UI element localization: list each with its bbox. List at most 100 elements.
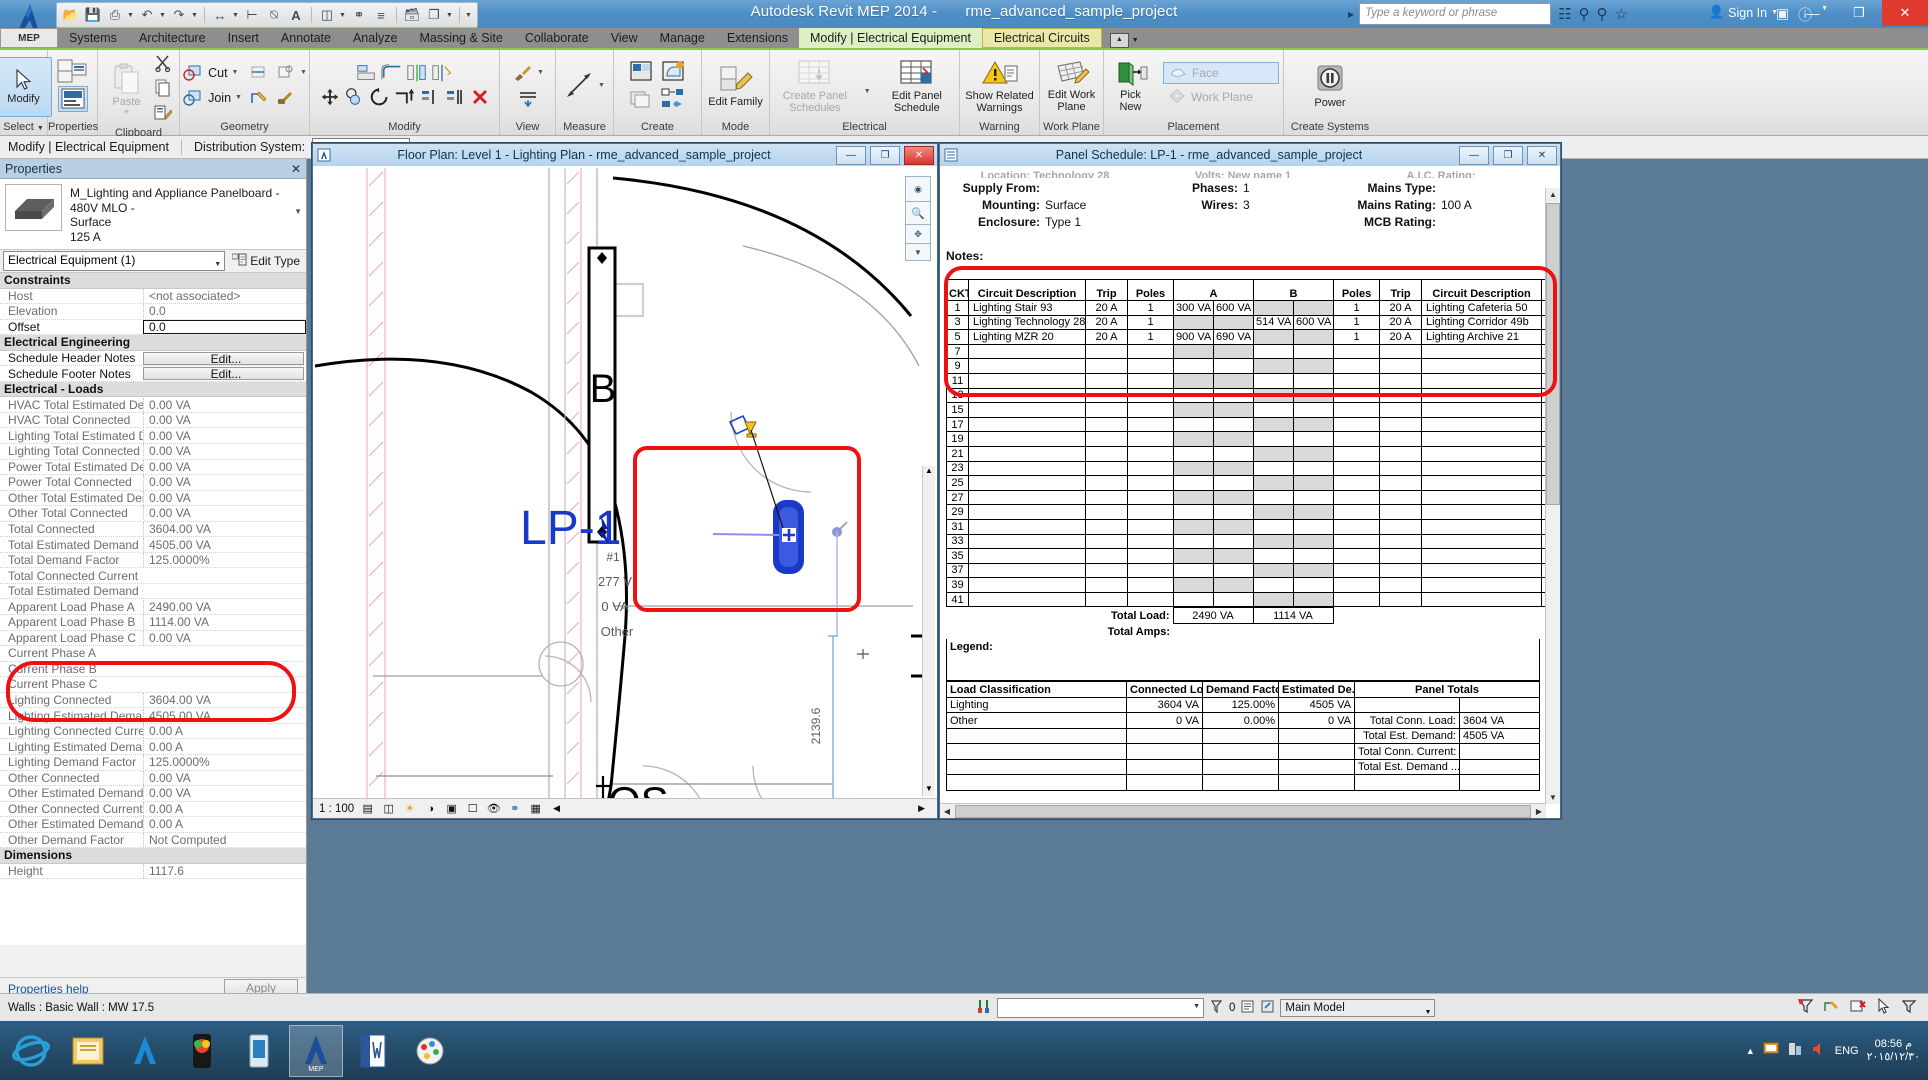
cell-poles-left[interactable] [1127, 387, 1174, 404]
cell-circuit-description-right[interactable] [1421, 416, 1543, 433]
cell-circuit-description-right[interactable] [1421, 402, 1543, 418]
cell-circuit-description-left[interactable] [968, 431, 1086, 447]
cell-trip-left[interactable] [1085, 562, 1128, 579]
cell-phase-a1[interactable] [1173, 548, 1214, 564]
edit-panel-schedule-button[interactable]: Edit Panel Schedule [879, 56, 955, 114]
select-filter-icon[interactable] [1901, 998, 1918, 1017]
cell-load-classification[interactable] [946, 774, 1127, 791]
paint-brush-icon[interactable] [511, 62, 533, 84]
cell-phase-b1[interactable] [1253, 577, 1295, 593]
cell-phase-b2[interactable] [1293, 343, 1335, 360]
cell-trip-left[interactable] [1085, 387, 1128, 404]
cell-panel-total-value[interactable]: 3604 VA [1458, 712, 1541, 729]
analytical-model-icon[interactable]: ▦ [528, 801, 543, 816]
cell-trip-left[interactable] [1085, 460, 1128, 477]
cell-trip-right[interactable] [1379, 548, 1423, 564]
cell-poles-left[interactable]: 1 [1127, 300, 1174, 316]
property-row[interactable]: Lighting Connected 3604.00 VA [0, 693, 306, 709]
close-icon[interactable]: ✕ [291, 162, 301, 176]
split-face-icon[interactable] [274, 62, 296, 84]
cell-circuit-description-right[interactable] [1421, 372, 1543, 389]
cell-poles-left[interactable] [1127, 402, 1174, 418]
cell-trip-left[interactable]: 20 A [1085, 300, 1128, 316]
cell-phase-b1[interactable] [1253, 416, 1295, 433]
cell-poles-right[interactable] [1333, 402, 1381, 418]
cell-trip-right[interactable] [1379, 591, 1423, 608]
cell-phase-b1[interactable] [1253, 504, 1295, 520]
cell-phase-a1[interactable] [1173, 577, 1214, 593]
cell-phase-b2[interactable] [1293, 416, 1335, 433]
cell-circuit-description-left[interactable] [968, 577, 1086, 593]
ribbon-minimize-control[interactable]: ▲ ▼ [1109, 33, 1139, 48]
property-row[interactable]: Apparent Load Phase B 1114.00 VA [0, 615, 306, 631]
cell-poles-left[interactable] [1127, 591, 1174, 608]
cell-demand-factor[interactable] [1202, 758, 1279, 776]
cell-trip-left[interactable] [1085, 372, 1128, 389]
cell-poles-right[interactable] [1333, 533, 1381, 550]
cell-circuit-description-right[interactable] [1421, 591, 1543, 608]
properties-icon[interactable] [57, 59, 89, 85]
cell-trip-right[interactable] [1379, 358, 1423, 374]
tab-electrical-circuits[interactable]: Electrical Circuits [981, 28, 1102, 48]
property-row[interactable]: Current Phase B [0, 662, 306, 678]
schedule-header-field[interactable]: Mains Type: [1342, 180, 1540, 197]
property-row[interactable]: Height 1117.6 [0, 864, 306, 880]
binoculars-icon[interactable]: ☷ [1558, 5, 1571, 23]
tab-view[interactable]: View [600, 28, 649, 48]
cell-phase-a2[interactable] [1212, 475, 1255, 491]
cell-trip-right[interactable]: 20 A [1379, 300, 1423, 316]
cell-phase-a2[interactable]: 600 VA [1212, 300, 1255, 316]
cell-ckt[interactable]: 27 [946, 489, 969, 506]
cell-circuit-description-right[interactable] [1421, 475, 1543, 491]
schedule-header-field[interactable]: Phases: 1 [1144, 180, 1342, 197]
cell-phase-b1[interactable] [1253, 358, 1295, 374]
property-row[interactable]: Lighting Demand Factor 125.0000% [0, 755, 306, 771]
cell-phase-b2[interactable] [1293, 402, 1335, 418]
cell-phase-a2[interactable] [1212, 577, 1255, 593]
cell-circuit-description-right[interactable] [1421, 387, 1543, 404]
edit-work-plane-button[interactable]: Edit Work Plane [1044, 57, 1099, 113]
cell-phase-b2[interactable] [1293, 533, 1335, 550]
property-row[interactable]: Other Total Connected 0.00 VA [0, 506, 306, 522]
cell-trip-right[interactable] [1379, 562, 1423, 579]
property-row[interactable]: Power Total Estimated Dema...0.00 VA [0, 459, 306, 476]
create-part-icon[interactable] [660, 87, 688, 111]
cell-phase-b2[interactable]: 600 VA [1293, 314, 1335, 331]
load-classification-table[interactable]: Load Classification Connected Lo... Dema… [946, 681, 1541, 791]
cell-phase-a1[interactable]: 300 VA [1173, 300, 1214, 316]
cell-estimated-demand[interactable] [1278, 727, 1355, 745]
cell-ckt[interactable]: 3 [946, 314, 969, 331]
cell-trip-left[interactable] [1085, 431, 1128, 447]
scroll-left-icon[interactable]: ◀ [940, 804, 954, 818]
floor-plan-canvas[interactable]: B LP-1 #1 277 V 0 VA Other OS 2139.6 ◉ 🔍… [313, 166, 937, 818]
cell-trip-right[interactable] [1379, 416, 1423, 433]
cell-trip-left[interactable] [1085, 416, 1128, 433]
cell-poles-right[interactable] [1333, 431, 1381, 447]
cell-phase-a1[interactable] [1173, 416, 1214, 433]
cell-phase-a2[interactable] [1212, 489, 1255, 506]
temporary-hide-icon[interactable]: 👁 [486, 801, 501, 816]
cell-circuit-description-left[interactable] [968, 358, 1086, 374]
cell-phase-b2[interactable] [1293, 387, 1335, 404]
crop-view-icon[interactable]: ☐ [465, 801, 480, 816]
circuit-row[interactable]: 29 [946, 504, 1546, 520]
cell-phase-b1[interactable] [1253, 445, 1295, 462]
taskbar-paint-icon[interactable] [403, 1025, 457, 1077]
cell-circuit-description-right[interactable] [1421, 533, 1543, 550]
load-classification-row[interactable]: Other 0 VA 0.00% 0 VA Total Conn. Load: 3604 … [946, 712, 1541, 729]
cell-phase-a2[interactable] [1212, 314, 1255, 331]
cell-phase-a2[interactable] [1212, 591, 1255, 608]
language-indicator[interactable]: ENG [1835, 1045, 1859, 1057]
cell-poles-left[interactable] [1127, 518, 1174, 535]
cell-ckt[interactable]: 35 [946, 548, 969, 564]
cell-poles-right[interactable]: 1 [1333, 314, 1381, 331]
cell-phase-b2[interactable] [1293, 489, 1335, 506]
chevron-down-icon[interactable]: ▼ [864, 88, 871, 95]
cell-trip-left[interactable]: 20 A [1085, 329, 1128, 345]
cell-circuit-description-left[interactable] [968, 475, 1086, 491]
cell-poles-right[interactable] [1333, 387, 1381, 404]
split-icon[interactable] [419, 86, 441, 108]
chevron-down-icon[interactable]: ▼ [232, 69, 239, 76]
cell-circuit-description-left[interactable] [968, 445, 1086, 462]
property-row[interactable]: Other Connected 0.00 VA [0, 770, 306, 787]
